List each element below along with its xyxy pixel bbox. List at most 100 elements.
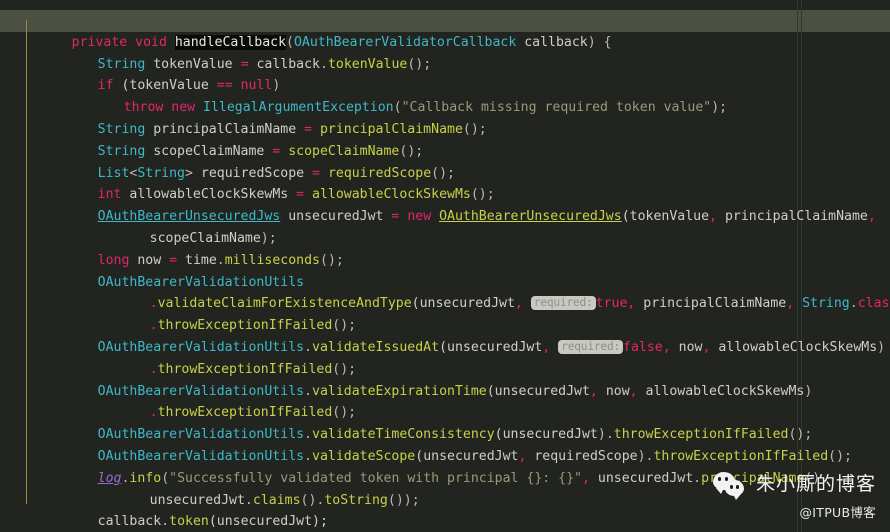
token-method: validateExpirationTime [312,383,487,399]
token-keyword: class [857,296,890,312]
token-identifier: unsecuredJwt [149,492,245,508]
token-identifier: (unsecuredJwt [439,339,543,355]
token-type: String [137,165,185,181]
token-punct: . [149,296,158,312]
token-method: validateTimeConsistency [312,427,495,443]
token-method: token [169,514,209,530]
code-line-11[interactable]: long now = time.milliseconds(); [0,228,890,268]
token-punct: (); [399,143,424,159]
token-punct: () [300,492,317,508]
token-punct: (); [332,405,357,421]
token-punct: . [149,405,158,421]
token-punct: ) [597,427,606,443]
token-punct: (); [407,56,432,72]
token-static-field: log [97,470,122,486]
token-method: validateIssuedAt [312,339,440,355]
token-keyword: false [623,339,663,355]
token-punct: . [304,448,313,464]
token-keyword: private void [71,34,175,50]
token-identifier: now [129,252,170,268]
token-keyword: null [232,78,273,94]
token-identifier: (unsecuredJwt); [208,514,328,530]
token-identifier: principalClaimName [717,209,868,225]
token-punct: . [149,318,158,334]
token-keyword: long [97,252,130,268]
parameter-hint-badge: required: [558,339,624,354]
token-punct: ); [260,230,277,246]
token-method: allowableClockSkewMs [304,187,471,203]
code-editor[interactable]: private void handleCallback(OAuthBearerV… [0,0,890,532]
code-line-23[interactable]: callback.token(unsecuredJwt); [0,490,890,529]
token-identifier: requiredScope [192,165,313,181]
token-type: IllegalArgumentException [203,100,394,116]
token-punct: . [161,514,170,530]
token-method: throwExceptionIfFailed [653,448,829,464]
token-type: OAuthBearerValidationUtils [97,427,305,443]
token-type: List [97,165,130,181]
token-punct: . [304,383,313,399]
token-punct: (); [462,121,487,137]
token-identifier: (unsecuredJwt [494,427,598,443]
token-keyword: int [97,187,122,203]
token-identifier: (tokenValue [621,209,710,225]
token-punct: ) [804,383,813,399]
token-punct: (); [332,361,357,377]
token-identifier: (unsecuredJwt [486,383,590,399]
token-identifier: time [177,252,217,268]
code-content[interactable]: private void handleCallback(OAuthBearerV… [0,0,890,532]
token-punct: , [867,209,876,225]
token-punct: , [589,383,598,399]
selected-method-name[interactable]: handleCallback [174,34,287,50]
token-string: "Callback missing required token value" [401,100,712,116]
token-identifier: (unsecuredJwt [411,296,515,312]
token-identifier: unsecuredJwt [589,470,694,486]
token-punct: ) [877,339,886,355]
token-keyword: new [399,209,440,225]
token-punct: , [514,296,523,312]
token-type: OAuthBearerValidationUtils [97,383,305,399]
token-punct: (); [470,187,495,203]
token-identifier: callback [248,56,320,72]
token-identifier: allowableClockSkewMs [710,339,878,355]
token-identifier: callback [516,34,588,50]
token-method: principalName [701,470,805,486]
token-method: milliseconds [224,252,320,268]
token-identifier: now [597,383,630,399]
token-identifier: now [670,339,703,355]
token-punct: ()); [387,492,420,508]
token-punct: (); [332,318,357,334]
token-operator: == [216,78,233,94]
token-type: String [97,56,146,72]
parameter-hint-badge: required: [530,296,596,311]
token-punct: . [693,470,702,486]
token-punct: . [605,427,614,443]
token-identifier: requiredScope [526,448,638,464]
token-punct: ) [637,448,646,464]
token-identifier: scopeClaimName [145,143,273,159]
token-keyword: if [97,78,114,94]
token-identifier: unsecuredJwt [280,209,392,225]
token-operator: = [296,187,305,203]
token-type: OAuthBearerValidationUtils [97,448,305,464]
token-method: validateScope [312,448,416,464]
token-method: info [129,470,162,486]
token-punct: (); [320,252,344,268]
token-operator: = [304,121,313,137]
token-method: throwExceptionIfFailed [613,427,789,443]
token-punct: . [849,296,858,312]
code-line-15[interactable]: OAuthBearerValidationUtils.validateIssue… [0,315,890,355]
token-identifier: principalClaimName [635,296,787,312]
token-punct: . [319,56,328,72]
token-identifier: allowableClockSkewMs [637,383,805,399]
token-method: toString [324,492,388,508]
token-punct: , [629,383,638,399]
token-punct: ); [711,100,728,116]
token-punct: . [244,492,253,508]
token-punct: . [304,427,313,443]
token-keyword: true [595,296,628,312]
code-line-1[interactable]: private void handleCallback(OAuthBearerV… [0,10,890,50]
code-line-19[interactable]: OAuthBearerValidationUtils.validateTimeC… [0,402,890,442]
token-identifier: allowableClockSkewMs [121,187,297,203]
token-method: claims [252,492,301,508]
code-line-17[interactable]: OAuthBearerValidationUtils.validateExpir… [0,359,890,399]
